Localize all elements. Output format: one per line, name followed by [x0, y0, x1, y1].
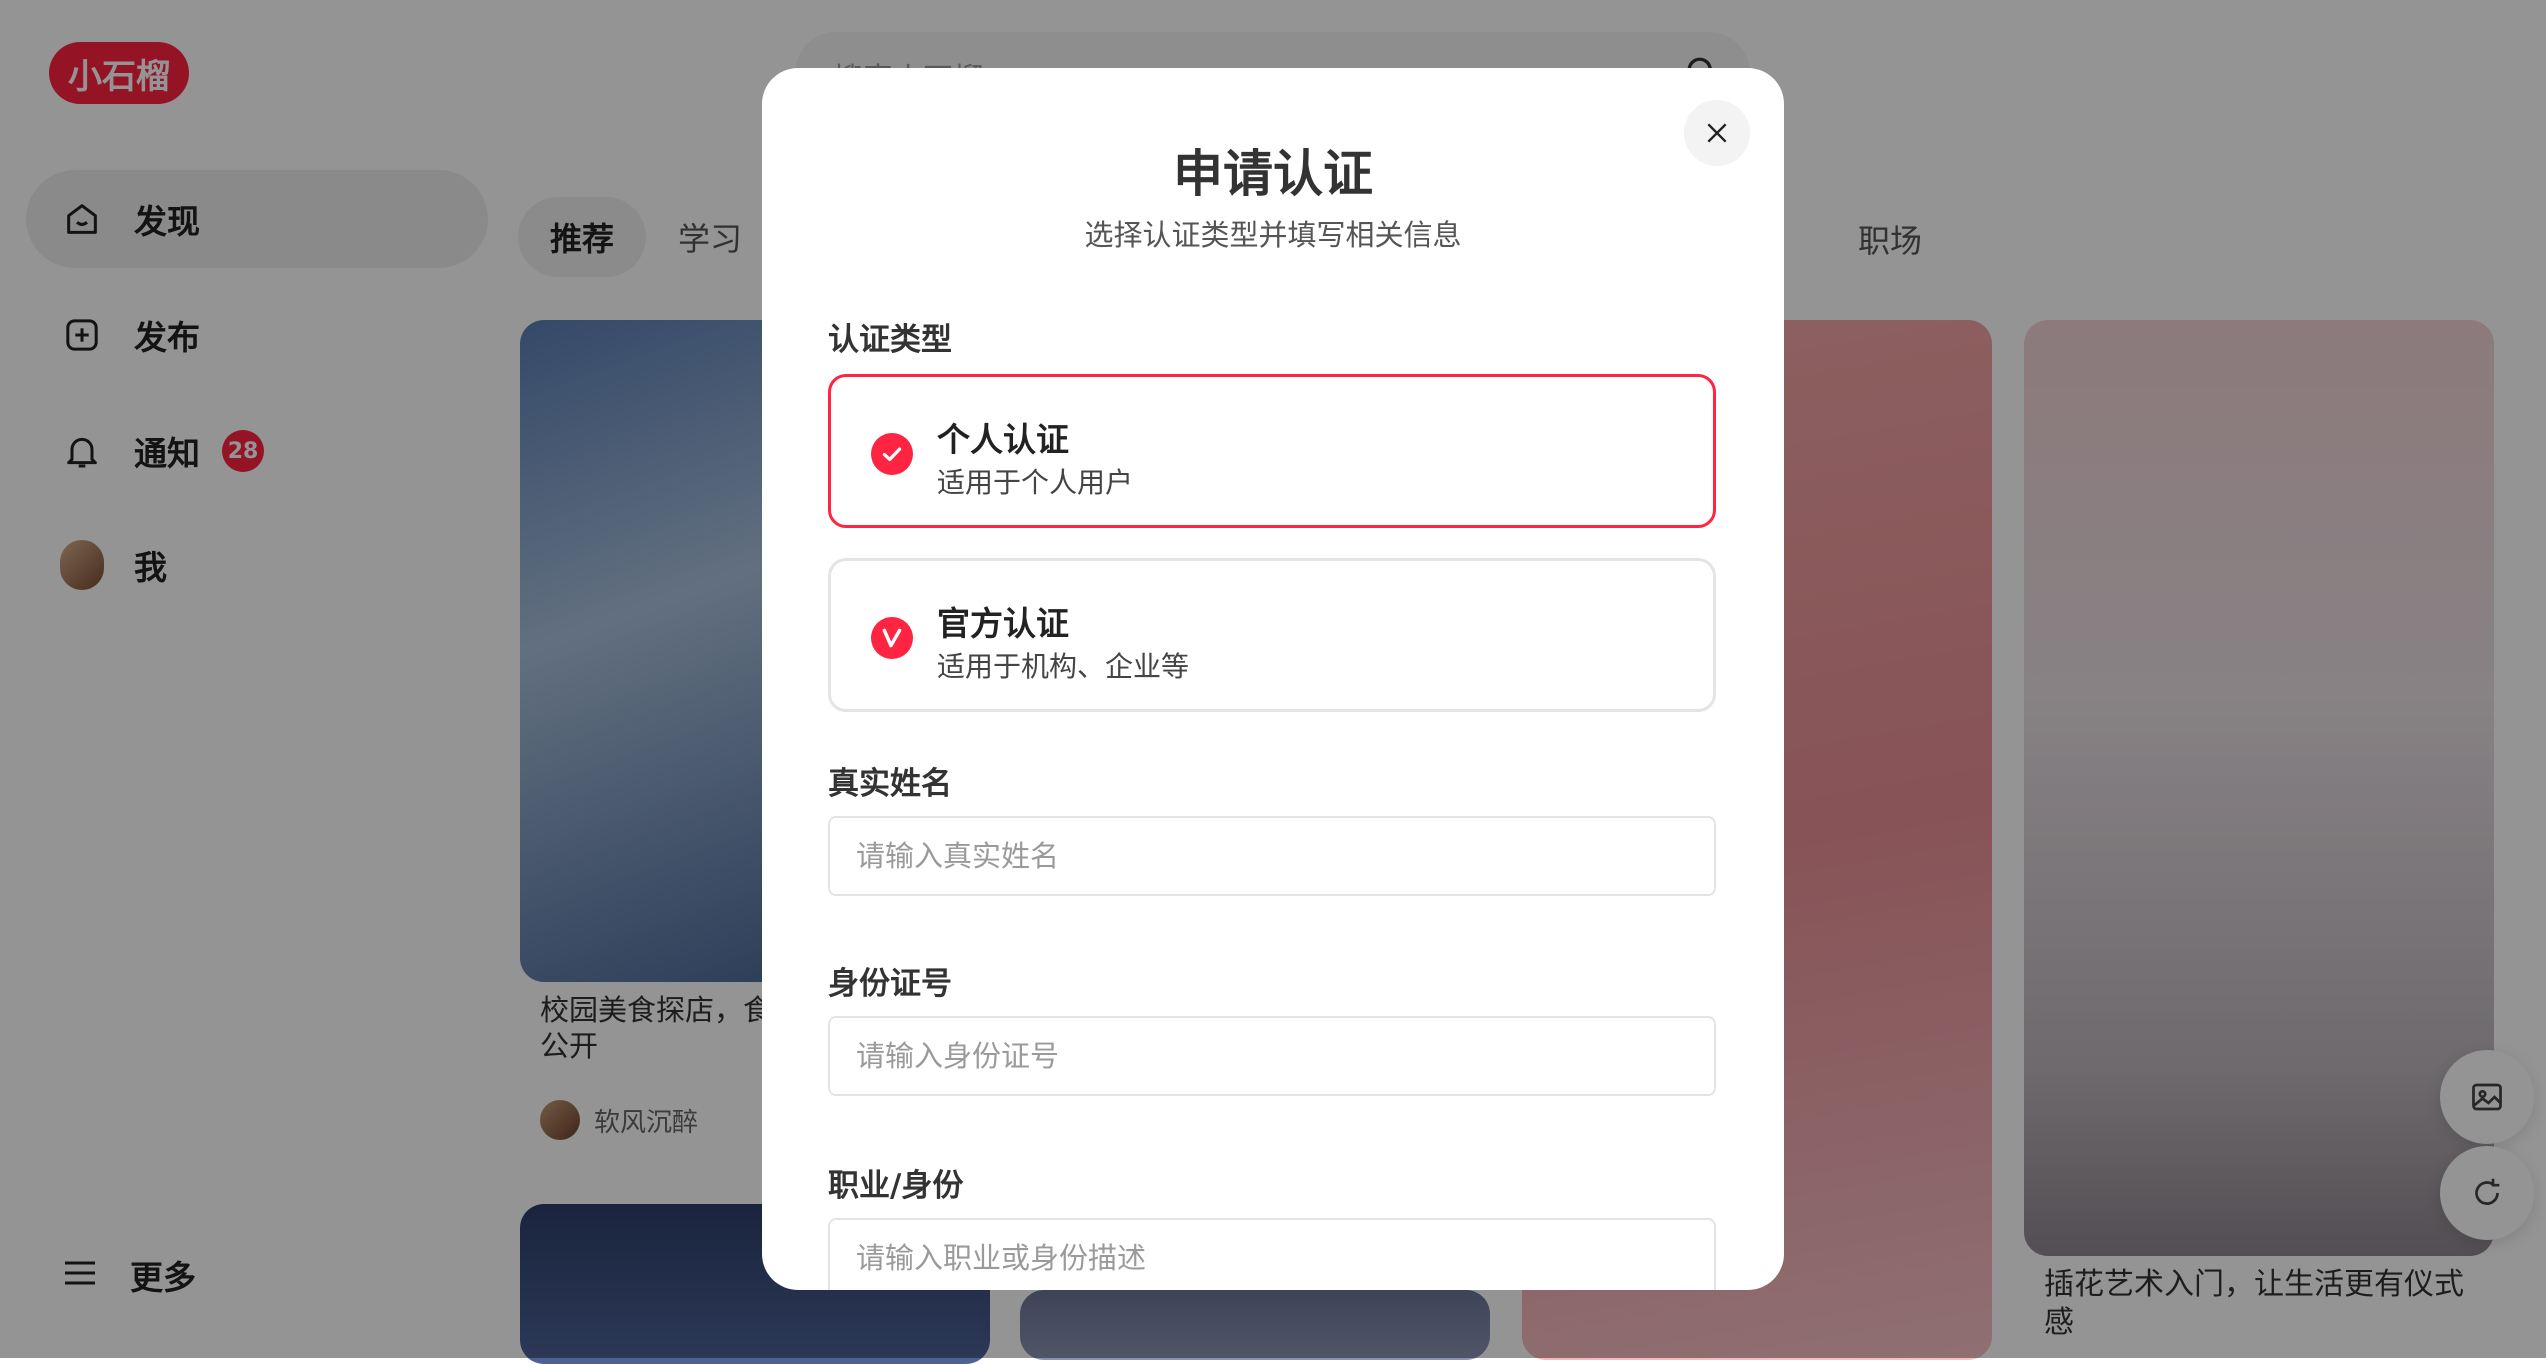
occupation-label: 职业/身份 — [828, 1168, 964, 1204]
id-number-input[interactable] — [828, 1016, 1716, 1096]
option-official[interactable]: 官方认证 适用于机构、企业等 — [828, 558, 1716, 712]
id-number-label: 身份证号 — [828, 966, 952, 1002]
option-desc: 适用于机构、企业等 — [937, 650, 1190, 683]
real-name-label: 真实姓名 — [828, 766, 952, 802]
option-desc: 适用于个人用户 — [937, 466, 1134, 499]
option-title: 官方认证 — [937, 604, 1069, 643]
occupation-input[interactable] — [828, 1218, 1716, 1290]
check-circle-icon — [871, 433, 913, 475]
option-personal[interactable]: 个人认证 适用于个人用户 — [828, 374, 1716, 528]
type-label: 认证类型 — [828, 322, 952, 358]
option-title: 个人认证 — [937, 420, 1069, 459]
v-badge-icon — [871, 617, 913, 659]
dialog-title: 申请认证 — [1173, 145, 1373, 203]
dialog-subtitle: 选择认证类型并填写相关信息 — [1084, 218, 1462, 252]
verification-dialog: 申请认证 选择认证类型并填写相关信息 认证类型 个人认证 适用于个人用户 官方认… — [762, 68, 1784, 1290]
real-name-input[interactable] — [828, 816, 1716, 896]
